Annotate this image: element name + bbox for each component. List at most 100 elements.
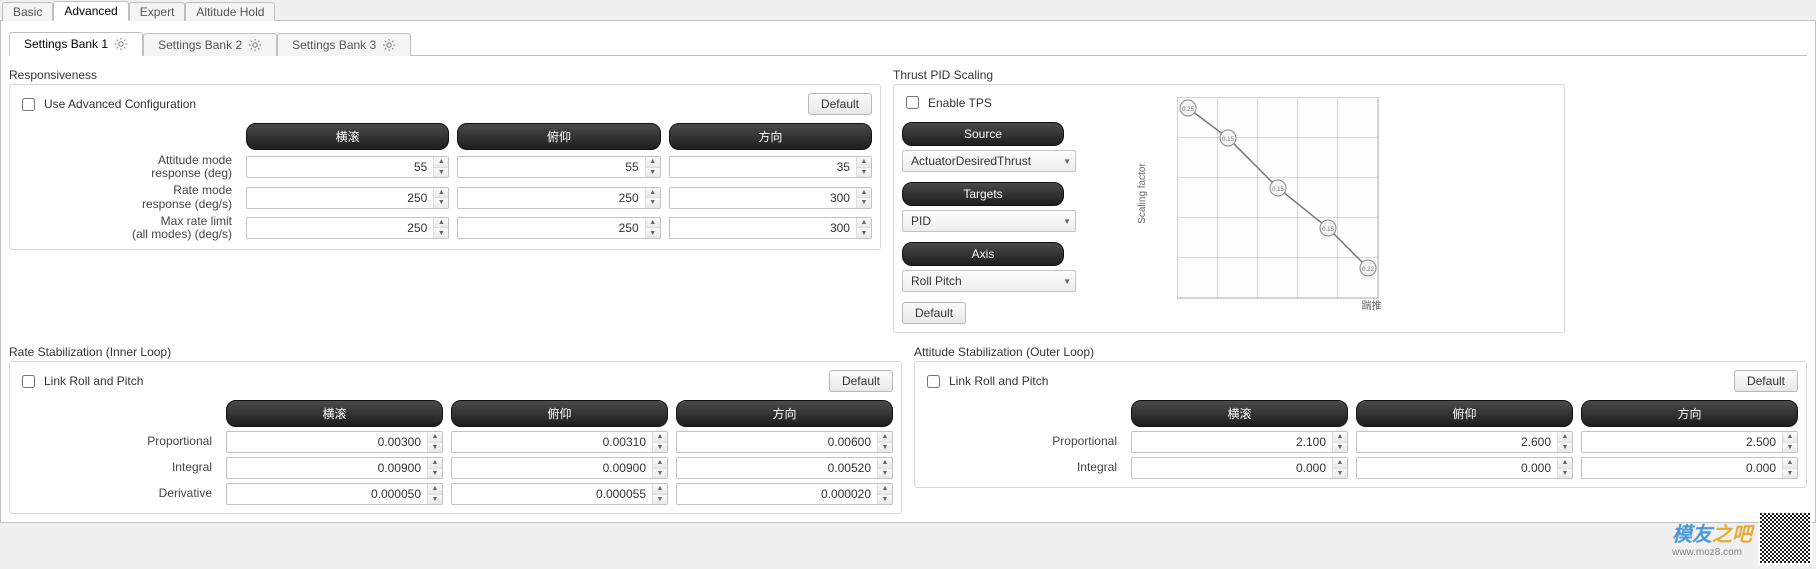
inner-i-yaw-input[interactable]: ▲▼ [676, 457, 893, 479]
spin-up-icon[interactable]: ▲ [1333, 432, 1347, 443]
maxrate-roll-value[interactable] [247, 218, 433, 238]
inner-i-pitch-value[interactable] [452, 458, 652, 478]
tps-source-combo[interactable]: ActuatorDesiredThrust ▼ [902, 150, 1076, 172]
outer-p-yaw-value[interactable] [1582, 432, 1782, 452]
tab-advanced[interactable]: Advanced [53, 1, 128, 21]
tps-chart[interactable]: 0.250.150.150.150.22 踹推 [1177, 97, 1379, 299]
spin-down-icon[interactable]: ▼ [428, 469, 442, 479]
inner-default-button[interactable]: Default [829, 370, 893, 392]
inner-i-yaw-value[interactable] [677, 458, 877, 478]
maxrate-roll-input[interactable]: ▲▼ [246, 217, 449, 239]
spin-down-icon[interactable]: ▼ [878, 469, 892, 479]
inner-p-pitch-input[interactable]: ▲▼ [451, 431, 668, 453]
maxrate-pitch-value[interactable] [458, 218, 644, 238]
spin-down-icon[interactable]: ▼ [878, 443, 892, 453]
spin-up-icon[interactable]: ▲ [428, 432, 442, 443]
inner-d-yaw-input[interactable]: ▲▼ [676, 483, 893, 505]
tab-bank-2[interactable]: Settings Bank 2 [143, 33, 277, 56]
outer-i-yaw-input[interactable]: ▲▼ [1581, 457, 1798, 479]
spin-down-icon[interactable]: ▼ [646, 168, 660, 178]
attitude-pitch-value[interactable] [458, 157, 644, 177]
spin-down-icon[interactable]: ▼ [653, 443, 667, 453]
attitude-yaw-value[interactable] [670, 157, 856, 177]
rate-pitch-value[interactable] [458, 188, 644, 208]
spin-down-icon[interactable]: ▼ [428, 443, 442, 453]
maxrate-pitch-input[interactable]: ▲▼ [457, 217, 660, 239]
tps-axis-combo[interactable]: Roll Pitch ▼ [902, 270, 1076, 292]
outer-link-roll-pitch[interactable]: Link Roll and Pitch [923, 372, 1048, 391]
rate-roll-input[interactable]: ▲▼ [246, 187, 449, 209]
spin-up-icon[interactable]: ▲ [1333, 458, 1347, 469]
spin-up-icon[interactable]: ▲ [857, 157, 871, 168]
tab-bank-1[interactable]: Settings Bank 1 [9, 32, 143, 56]
rate-yaw-input[interactable]: ▲▼ [669, 187, 872, 209]
spin-down-icon[interactable]: ▼ [1333, 443, 1347, 453]
inner-d-pitch-input[interactable]: ▲▼ [451, 483, 668, 505]
outer-i-roll-input[interactable]: ▲▼ [1131, 457, 1348, 479]
rate-roll-value[interactable] [247, 188, 433, 208]
inner-p-roll-value[interactable] [227, 432, 427, 452]
outer-link-checkbox[interactable] [927, 375, 940, 388]
outer-i-pitch-input[interactable]: ▲▼ [1356, 457, 1573, 479]
inner-link-checkbox[interactable] [22, 375, 35, 388]
use-advanced-config[interactable]: Use Advanced Configuration [18, 95, 196, 114]
spin-up-icon[interactable]: ▲ [878, 484, 892, 495]
spin-down-icon[interactable]: ▼ [857, 168, 871, 178]
spin-down-icon[interactable]: ▼ [1333, 469, 1347, 479]
spin-down-icon[interactable]: ▼ [653, 469, 667, 479]
spin-up-icon[interactable]: ▲ [1783, 458, 1797, 469]
outer-default-button[interactable]: Default [1734, 370, 1798, 392]
maxrate-yaw-input[interactable]: ▲▼ [669, 217, 872, 239]
inner-d-roll-value[interactable] [227, 484, 427, 504]
spin-up-icon[interactable]: ▲ [646, 157, 660, 168]
spin-down-icon[interactable]: ▼ [646, 228, 660, 238]
spin-up-icon[interactable]: ▲ [653, 458, 667, 469]
outer-i-yaw-value[interactable] [1582, 458, 1782, 478]
tab-expert[interactable]: Expert [129, 2, 186, 21]
rate-yaw-value[interactable] [670, 188, 856, 208]
inner-p-roll-input[interactable]: ▲▼ [226, 431, 443, 453]
spin-up-icon[interactable]: ▲ [878, 458, 892, 469]
use-advanced-config-checkbox[interactable] [22, 98, 35, 111]
spin-up-icon[interactable]: ▲ [434, 188, 448, 199]
outer-p-yaw-input[interactable]: ▲▼ [1581, 431, 1798, 453]
spin-down-icon[interactable]: ▼ [653, 495, 667, 505]
spin-up-icon[interactable]: ▲ [653, 484, 667, 495]
spin-up-icon[interactable]: ▲ [857, 218, 871, 229]
inner-link-roll-pitch[interactable]: Link Roll and Pitch [18, 372, 143, 391]
inner-d-pitch-value[interactable] [452, 484, 652, 504]
inner-d-yaw-value[interactable] [677, 484, 877, 504]
spin-down-icon[interactable]: ▼ [857, 198, 871, 208]
inner-i-pitch-input[interactable]: ▲▼ [451, 457, 668, 479]
inner-p-pitch-value[interactable] [452, 432, 652, 452]
spin-up-icon[interactable]: ▲ [428, 458, 442, 469]
spin-up-icon[interactable]: ▲ [1558, 458, 1572, 469]
outer-p-pitch-value[interactable] [1357, 432, 1557, 452]
rate-pitch-input[interactable]: ▲▼ [457, 187, 660, 209]
spin-down-icon[interactable]: ▼ [1783, 469, 1797, 479]
inner-i-roll-input[interactable]: ▲▼ [226, 457, 443, 479]
spin-up-icon[interactable]: ▲ [1783, 432, 1797, 443]
spin-down-icon[interactable]: ▼ [646, 198, 660, 208]
maxrate-yaw-value[interactable] [670, 218, 856, 238]
spin-down-icon[interactable]: ▼ [857, 228, 871, 238]
inner-p-yaw-input[interactable]: ▲▼ [676, 431, 893, 453]
spin-up-icon[interactable]: ▲ [434, 157, 448, 168]
attitude-pitch-input[interactable]: ▲▼ [457, 156, 660, 178]
spin-up-icon[interactable]: ▲ [857, 188, 871, 199]
outer-p-pitch-input[interactable]: ▲▼ [1356, 431, 1573, 453]
spin-down-icon[interactable]: ▼ [434, 228, 448, 238]
tab-altitude-hold[interactable]: Altitude Hold [185, 2, 275, 21]
attitude-yaw-input[interactable]: ▲▼ [669, 156, 872, 178]
tps-targets-combo[interactable]: PID ▼ [902, 210, 1076, 232]
inner-i-roll-value[interactable] [227, 458, 427, 478]
spin-up-icon[interactable]: ▲ [428, 484, 442, 495]
inner-d-roll-input[interactable]: ▲▼ [226, 483, 443, 505]
attitude-roll-value[interactable] [247, 157, 433, 177]
enable-tps-checkbox[interactable] [906, 96, 919, 109]
spin-down-icon[interactable]: ▼ [428, 495, 442, 505]
outer-i-roll-value[interactable] [1132, 458, 1332, 478]
outer-i-pitch-value[interactable] [1357, 458, 1557, 478]
outer-p-roll-input[interactable]: ▲▼ [1131, 431, 1348, 453]
spin-down-icon[interactable]: ▼ [434, 198, 448, 208]
